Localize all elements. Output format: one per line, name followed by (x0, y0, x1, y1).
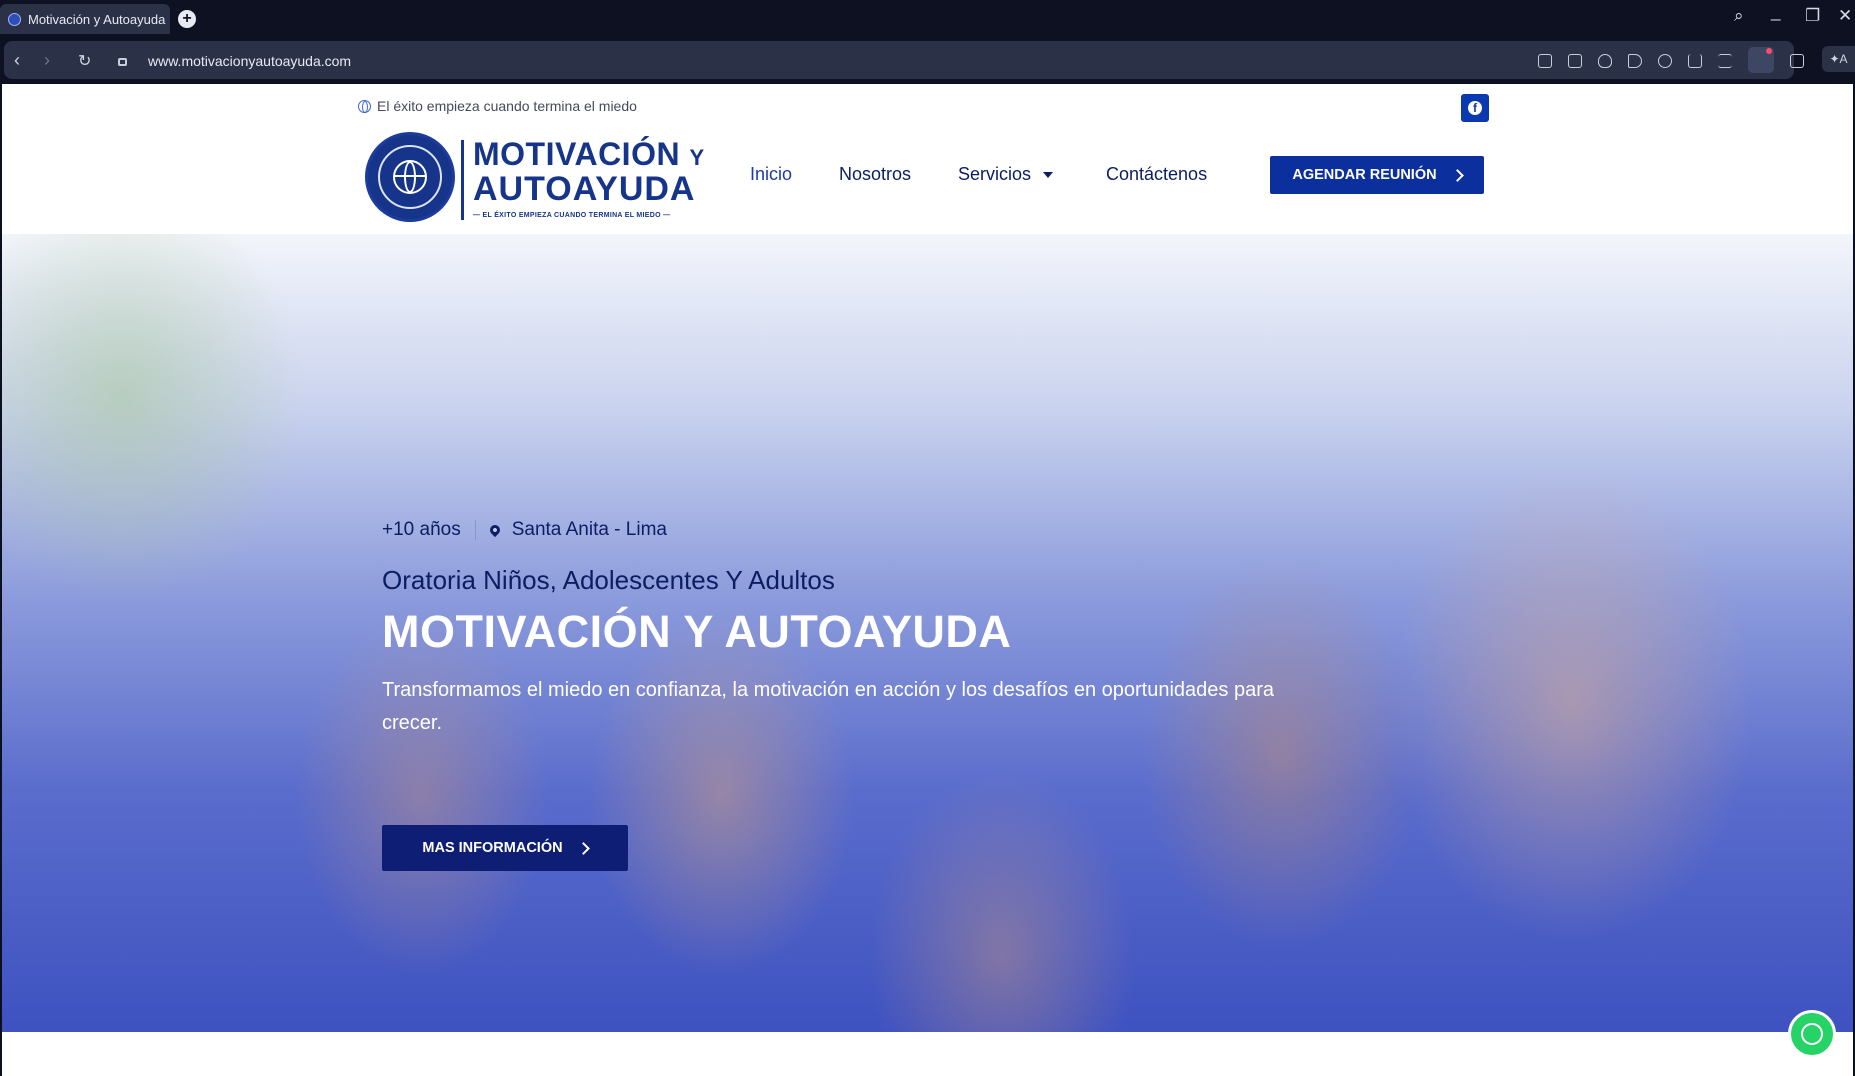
tagline-text: El éxito empieza cuando termina el miedo (377, 98, 637, 114)
nav-contactenos[interactable]: Contáctenos (1106, 164, 1207, 185)
tab-title: Motivación y Autoayuda (28, 11, 166, 27)
chevron-right-icon (576, 841, 590, 855)
facebook-icon: f (1468, 101, 1482, 115)
hero-meta: +10 años Santa Anita - Lima (382, 519, 667, 541)
download-icon[interactable] (1688, 54, 1702, 68)
menu-icon[interactable] (1718, 54, 1732, 68)
back-button[interactable]: ‹ (14, 50, 20, 71)
url-text[interactable]: www.motivacionyautoayuda.com (148, 53, 351, 69)
whatsapp-chat-button[interactable] (1788, 1010, 1836, 1058)
close-window-button[interactable]: ✕ (1838, 6, 1852, 26)
meta-separator (474, 520, 476, 540)
reload-button[interactable]: ↻ (78, 51, 91, 71)
logo-divider (461, 140, 464, 220)
browser-tab[interactable]: Motivación y Autoayuda (0, 4, 170, 34)
schedule-meeting-button[interactable]: AGENDAR REUNIÓN (1270, 156, 1484, 194)
location-pin-icon (487, 522, 502, 538)
browser-tab-bar: Motivación y Autoayuda + ⌕ _ ❐ ✕ (0, 0, 1855, 38)
years-badge: +10 años (382, 519, 461, 540)
hero-subtitle: Oratoria Niños, Adolescentes Y Adultos (382, 565, 835, 595)
location-text: Santa Anita - Lima (511, 519, 667, 540)
hero-description: Transformamos el miedo en confianza, la … (382, 679, 1274, 734)
chevron-right-icon (1450, 168, 1464, 182)
address-bar[interactable]: ‹ › ↻ www.motivacionyautoayuda.com (4, 41, 1804, 79)
schedule-meeting-label: AGENDAR REUNIÓN (1292, 167, 1437, 183)
extensions-box-icon[interactable] (1790, 54, 1804, 68)
profile-avatar-icon[interactable] (1748, 47, 1774, 73)
edit-icon[interactable] (1538, 54, 1552, 68)
site-favicon-icon (8, 12, 21, 26)
nav-servicios[interactable]: Servicios (958, 164, 1054, 185)
page-viewport: El éxito empieza cuando termina el miedo… (2, 84, 1853, 1076)
logo-text-autoayuda: AUTOAYUDA (473, 170, 696, 208)
site-logo[interactable]: MOTIVACIÓN Y AUTOAYUDA — EL ÉXITO EMPIEZ… (365, 132, 704, 228)
forward-button[interactable]: › (44, 50, 50, 71)
heart-icon[interactable] (1658, 54, 1672, 68)
nav-inicio[interactable]: Inicio (750, 164, 792, 185)
ai-assistant-button[interactable]: ✦A (1822, 46, 1855, 72)
nav-servicios-label: Servicios (958, 164, 1032, 184)
minimize-button[interactable]: _ (1771, 2, 1780, 22)
camera-icon[interactable] (1568, 54, 1582, 68)
hero-title: MOTIVACIÓN Y AUTOAYUDA (382, 606, 1012, 657)
hero-section: +10 años Santa Anita - Lima Oratoria Niñ… (2, 234, 1853, 1032)
chevron-down-icon (1043, 172, 1054, 179)
restore-button[interactable]: ❐ (1805, 6, 1820, 26)
more-info-button[interactable]: MAS INFORMACIÓN (382, 825, 628, 871)
new-tab-button[interactable]: + (178, 10, 196, 28)
search-tabs-icon[interactable]: ⌕ (1734, 6, 1744, 26)
facebook-button[interactable]: f (1461, 94, 1489, 122)
send-icon[interactable] (1628, 54, 1642, 68)
nav-nosotros[interactable]: Nosotros (839, 164, 911, 185)
logo-seal-icon (365, 132, 455, 222)
logo-text-motivacion: MOTIVACIÓN Y (473, 136, 705, 172)
shield-icon[interactable] (1598, 54, 1612, 68)
logo-slogan: — EL ÉXITO EMPIEZA CUANDO TERMINA EL MIE… (473, 212, 671, 219)
browser-toolbar: ‹ › ↻ www.motivacionyautoayuda.com (0, 38, 1855, 108)
top-tagline: El éxito empieza cuando termina el miedo (358, 98, 637, 114)
whatsapp-icon (1801, 1023, 1823, 1045)
globe-icon (358, 99, 371, 113)
lock-icon (118, 58, 127, 66)
more-info-label: MAS INFORMACIÓN (422, 840, 563, 856)
